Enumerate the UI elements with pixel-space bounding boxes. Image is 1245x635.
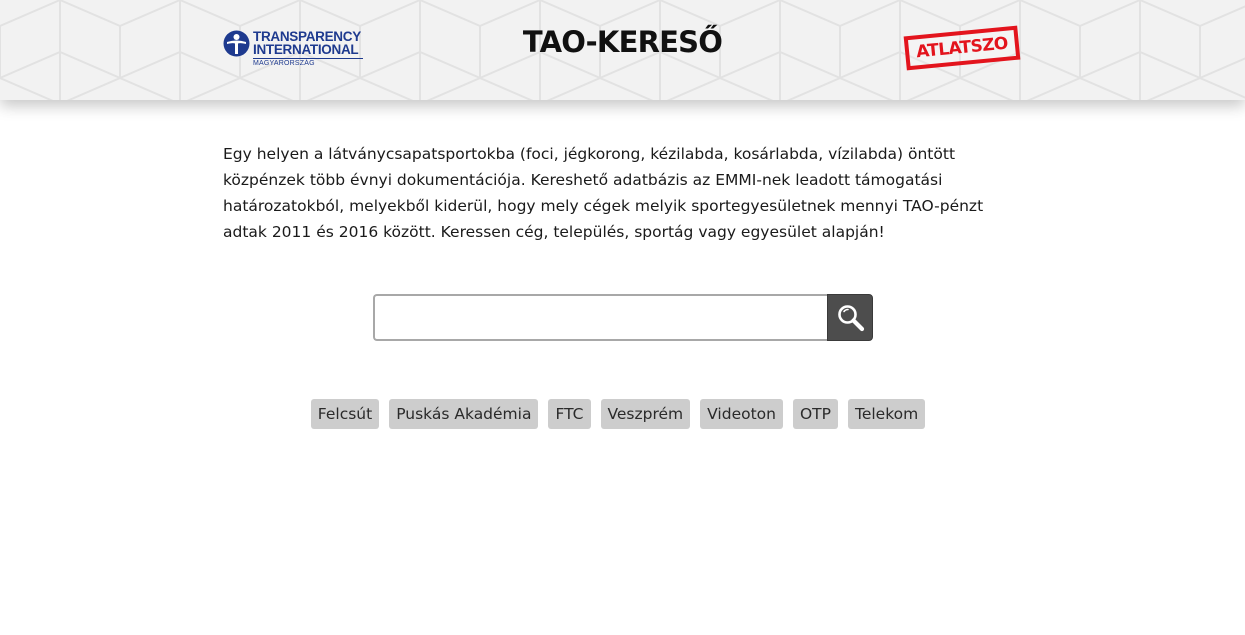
tag-veszprem[interactable]: Veszprém [600,399,691,429]
search-icon [838,305,865,332]
quick-search-tags: Felcsút Puskás Akadémia FTC Veszprém Vid… [0,399,1236,429]
tag-puskas-akademia[interactable]: Puskás Akadémia [389,399,539,429]
search-bar [373,294,873,341]
ti-logo-subtitle: MAGYARORSZÁG [253,60,315,67]
tag-videoton[interactable]: Videoton [700,399,783,429]
tag-otp[interactable]: OTP [792,399,838,429]
intro-text: Egy helyen a látványcsapatsportokba (foc… [223,145,984,241]
tag-ftc[interactable]: FTC [548,399,591,429]
tag-felcsut[interactable]: Felcsút [310,399,380,429]
tag-telekom[interactable]: Telekom [847,399,926,429]
search-input[interactable] [373,294,829,341]
site-header: TRANSPARENCY INTERNATIONAL MAGYARORSZÁG … [0,0,1245,100]
site-title: TAO-KERESŐ [522,25,723,59]
search-button[interactable] [827,294,873,341]
